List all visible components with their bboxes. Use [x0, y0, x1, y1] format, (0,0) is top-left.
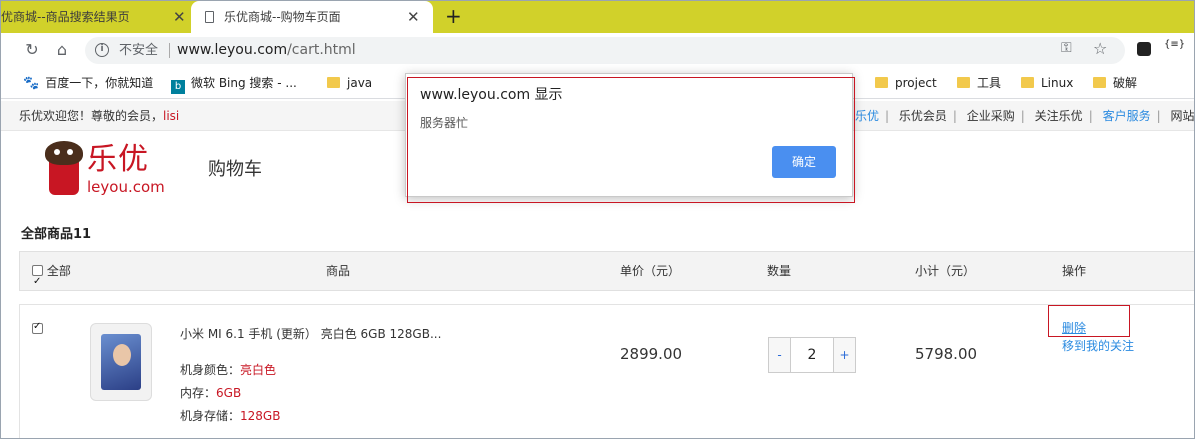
bookmark-java[interactable]: java [327, 67, 372, 99]
tab-title: 优商城--商品搜索结果页 [1, 10, 130, 24]
move-to-favorites-link[interactable]: 移到我的关注 [1062, 337, 1134, 354]
item-subtotal: 5798.00 [915, 345, 978, 363]
product-name[interactable]: 小米 MI 6.1 手机 (更新） 亮白色 6GB 128GB... [180, 325, 441, 342]
divider [169, 43, 170, 58]
folder-icon [1093, 77, 1106, 88]
top-links: 乐优 | 乐优会员 | 企业采购 | 关注乐优 | 客户服务 | 网站 [855, 109, 1195, 123]
link-enterprise[interactable]: 企业采购 [967, 109, 1015, 123]
header-product: 商品 [326, 264, 351, 278]
bookmark-label: project [895, 76, 937, 90]
select-all-label: 全部 [46, 264, 71, 278]
new-tab-button[interactable]: + [445, 1, 462, 33]
paw-icon: 🐾 [23, 76, 40, 91]
product-image[interactable] [90, 323, 152, 401]
product-attr-storage: 机身存储：128GB [180, 409, 281, 423]
username[interactable]: lisi [163, 109, 179, 123]
header-action: 操作 [1062, 264, 1087, 278]
select-all[interactable]: 全部 [32, 252, 71, 301]
address-bar[interactable]: i 不安全 www.leyou.com/cart.html ⚿ ☆ [85, 37, 1125, 64]
close-icon[interactable]: ✕ [407, 1, 420, 33]
dialog-message: 服务器忙 [420, 116, 469, 130]
bookmark-label: 微软 Bing 搜索 - ... [191, 76, 297, 90]
extension-icon[interactable]: {≡} [1164, 39, 1185, 50]
bookmark-label: 百度一下，你就知道 [45, 76, 154, 90]
bookmark-baidu[interactable]: 🐾 百度一下，你就知道 [23, 67, 153, 99]
product-attr-color: 机身颜色：亮白色 [180, 363, 277, 377]
folder-icon [957, 77, 970, 88]
tab-search-results[interactable]: 优商城--商品搜索结果页 ✕ [1, 1, 191, 33]
close-icon[interactable]: ✕ [173, 1, 186, 33]
header-subtotal: 小计（元） [915, 264, 976, 278]
ok-button[interactable]: 确定 [772, 146, 836, 178]
reload-icon[interactable]: ↻ [21, 39, 43, 61]
extension-icon[interactable] [1137, 42, 1151, 56]
document-icon [205, 11, 214, 23]
cart-count: 全部商品11 [21, 227, 92, 242]
link-site-nav[interactable]: 网站 [1170, 109, 1194, 123]
link-customer-service[interactable]: 客户服务 [1103, 109, 1151, 123]
select-all-checkbox[interactable] [32, 263, 43, 301]
browser-toolbar: ↻ ⌂ i 不安全 www.leyou.com/cart.html ⚿ ☆ {≡… [1, 33, 1194, 67]
cart-item-row: 小米 MI 6.1 手机 (更新） 亮白色 6GB 128GB... 机身颜色：… [19, 304, 1194, 438]
browser-window: 优商城--商品搜索结果页 ✕ 乐优商城--购物车页面 ✕ + ↻ ⌂ i 不安全… [0, 0, 1195, 439]
dog-mascot-icon [45, 141, 83, 165]
bookmark-bing[interactable]: b 微软 Bing 搜索 - ... [171, 67, 297, 99]
url-path: /cart.html [287, 42, 356, 58]
link-leyou[interactable]: 乐优 [855, 109, 879, 123]
folder-icon [1021, 77, 1034, 88]
url-text[interactable]: www.leyou.com/cart.html [177, 37, 356, 64]
security-label[interactable]: 不安全 [119, 37, 158, 64]
bookmark-linux[interactable]: Linux [1021, 67, 1073, 99]
link-follow[interactable]: 关注乐优 [1035, 109, 1083, 123]
decrease-button[interactable]: - [769, 338, 791, 372]
bookmark-label: Linux [1041, 76, 1074, 90]
welcome-label: 乐优欢迎您！尊敬的会员， [19, 109, 164, 123]
star-icon[interactable]: ☆ [1093, 39, 1107, 58]
logo-text-en: leyou.com [87, 178, 165, 196]
tab-strip: 优商城--商品搜索结果页 ✕ 乐优商城--购物车页面 ✕ + [1, 1, 1194, 33]
page-title: 购物车 [208, 159, 262, 180]
welcome-text: 乐优欢迎您！尊敬的会员，lisi [19, 101, 179, 131]
product-attr-memory: 内存：6GB [180, 386, 242, 400]
bookmark-label: java [347, 76, 373, 90]
folder-icon [875, 77, 888, 88]
link-member[interactable]: 乐优会员 [899, 109, 947, 123]
cart-table-header: 全部 商品 单价（元） 数量 小计（元） 操作 [19, 251, 1194, 301]
logo-text-cn: 乐优 [87, 142, 149, 177]
header-unit-price: 单价（元） [620, 264, 681, 278]
info-icon[interactable]: i [95, 43, 109, 57]
bookmark-tools[interactable]: 工具 [957, 67, 1001, 99]
bing-icon: b [171, 80, 185, 94]
key-icon[interactable]: ⚿ [1061, 40, 1072, 56]
bookmark-crack[interactable]: 破解 [1093, 67, 1137, 99]
tab-title: 乐优商城--购物车页面 [224, 10, 341, 24]
bookmark-label: 工具 [977, 76, 1002, 90]
delete-link[interactable]: 删除 [1062, 319, 1086, 336]
bookmark-label: 破解 [1113, 76, 1138, 90]
tab-cart[interactable]: 乐优商城--购物车页面 ✕ [191, 1, 433, 33]
item-checkbox[interactable] [32, 321, 43, 334]
site-logo[interactable]: 乐优 leyou.com [45, 141, 175, 201]
folder-icon [327, 77, 340, 88]
url-host: www.leyou.com [177, 42, 288, 58]
unit-price: 2899.00 [620, 345, 683, 363]
quantity-stepper: - 2 + [768, 337, 856, 373]
bookmark-project[interactable]: project [875, 67, 937, 99]
annotation-box [1048, 305, 1130, 337]
home-icon[interactable]: ⌂ [51, 39, 73, 61]
dialog-title: www.leyou.com 显示 [420, 87, 563, 103]
alert-dialog: www.leyou.com 显示 服务器忙 确定 [405, 73, 853, 197]
increase-button[interactable]: + [833, 338, 855, 372]
header-quantity: 数量 [767, 264, 792, 278]
quantity-input[interactable]: 2 [791, 338, 833, 372]
